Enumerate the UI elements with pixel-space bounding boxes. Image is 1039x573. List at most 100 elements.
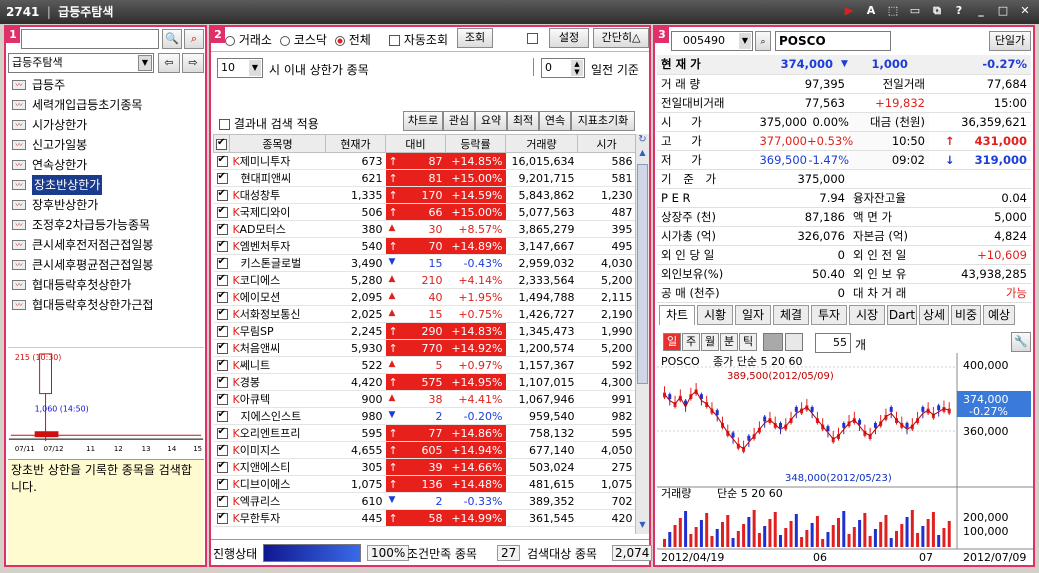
- action-button[interactable]: 관심: [443, 111, 475, 131]
- font-icon[interactable]: A: [863, 3, 879, 19]
- link-icon[interactable]: ⬚: [885, 3, 901, 19]
- row-checkbox[interactable]: [213, 203, 230, 221]
- table-row[interactable]: K쎄니트522▲5+0.97%1,157,367592: [213, 356, 635, 374]
- stock-name-cell[interactable]: K엑큐리스: [229, 492, 326, 510]
- flag-icon[interactable]: ▶: [841, 3, 857, 19]
- row-checkbox[interactable]: [213, 441, 230, 459]
- single-price-button[interactable]: 단일가: [989, 31, 1031, 51]
- tab-7[interactable]: 상세: [919, 305, 949, 325]
- column-header[interactable]: 시가: [577, 134, 635, 153]
- table-row[interactable]: K경봉4,420↑575+14.95%1,107,0154,300: [213, 373, 635, 391]
- days-stepper[interactable]: 0 ▲ ▼: [541, 58, 585, 78]
- query-button[interactable]: 조회: [457, 28, 493, 48]
- row-checkbox[interactable]: [213, 475, 230, 493]
- stock-name-cell[interactable]: K경봉: [229, 373, 326, 391]
- setting-checkbox[interactable]: [527, 31, 538, 44]
- condition-item[interactable]: 〰 신고가일봉: [8, 135, 204, 155]
- column-header[interactable]: 대비: [385, 134, 446, 153]
- row-checkbox[interactable]: [213, 152, 230, 170]
- row-checkbox[interactable]: [213, 271, 230, 289]
- column-header[interactable]: 현재가: [325, 134, 386, 153]
- window-icon[interactable]: ▭: [907, 3, 923, 19]
- search-button[interactable]: 🔍: [162, 29, 182, 49]
- stock-name-cell[interactable]: 현대피앤씨: [229, 169, 326, 187]
- within-result-toggle[interactable]: 결과내 검색 적용: [219, 115, 319, 132]
- row-checkbox[interactable]: [213, 390, 230, 408]
- table-row[interactable]: K코디에스5,280▲210+4.14%2,333,5645,200: [213, 271, 635, 289]
- scroll-up-icon[interactable]: ▲: [636, 148, 649, 162]
- row-checkbox[interactable]: [213, 169, 230, 187]
- table-row[interactable]: K국제디와이506↑66+15.00%5,077,563487: [213, 203, 635, 221]
- row-checkbox[interactable]: [213, 458, 230, 476]
- column-header[interactable]: 거래량: [505, 134, 578, 153]
- auto-query-checkbox[interactable]: [389, 35, 400, 46]
- search-input[interactable]: [21, 29, 159, 49]
- table-row[interactable]: K이미지스4,655↑605+14.94%677,1404,050: [213, 441, 635, 459]
- row-checkbox[interactable]: [213, 237, 230, 255]
- stock-name-cell[interactable]: 지에스인스트: [229, 407, 326, 425]
- category-select[interactable]: 급등주탐색 ▼: [8, 53, 154, 73]
- condition-item[interactable]: 〰 큰시세후전저점근접일봉: [8, 235, 204, 255]
- row-checkbox[interactable]: [213, 492, 230, 510]
- row-checkbox[interactable]: [213, 305, 230, 323]
- table-row[interactable]: K오리엔트프리595↑77+14.86%758,132595: [213, 424, 635, 442]
- refresh-icon[interactable]: ↻: [636, 134, 649, 148]
- tab-6[interactable]: Dart: [887, 305, 917, 325]
- stock-name-cell[interactable]: K제미니투자: [229, 152, 326, 170]
- row-checkbox[interactable]: [213, 424, 230, 442]
- condition-item[interactable]: 〰 큰시세후평균점근접일봉: [8, 255, 204, 275]
- row-checkbox[interactable]: [213, 373, 230, 391]
- setting-button[interactable]: 설정: [549, 28, 589, 48]
- period-button[interactable]: 일: [663, 333, 681, 351]
- period-count-input[interactable]: 55: [815, 333, 851, 353]
- stock-name-cell[interactable]: K대성창투: [229, 186, 326, 204]
- market-radio[interactable]: 코스닥: [279, 31, 327, 48]
- cascade-icon[interactable]: ⧉: [929, 3, 945, 19]
- stock-name-cell[interactable]: K이미지스: [229, 441, 326, 459]
- row-checkbox[interactable]: [213, 322, 230, 340]
- table-row[interactable]: K엑큐리스610▼2-0.33%389,352702: [213, 492, 635, 510]
- condition-item[interactable]: 〰 협대등락후첫상한가: [8, 275, 204, 295]
- tab-1[interactable]: 시황: [697, 305, 733, 325]
- tab-0[interactable]: 차트: [659, 305, 695, 325]
- stock-search-button[interactable]: ⌕: [755, 31, 771, 51]
- table-row[interactable]: K무림SP2,245↑290+14.83%1,345,4731,990: [213, 322, 635, 340]
- stock-name-cell[interactable]: K오리엔트프리: [229, 424, 326, 442]
- stock-name-cell[interactable]: 키스톤글로벌: [229, 254, 326, 272]
- period-arrow-right[interactable]: [785, 333, 803, 351]
- condition-item[interactable]: 〰 급등주: [8, 75, 204, 95]
- table-row[interactable]: 현대피앤씨 621↑ 81+15.00%9,201,715581: [213, 169, 635, 187]
- tab-2[interactable]: 일자: [735, 305, 771, 325]
- row-checkbox[interactable]: [213, 339, 230, 357]
- stock-name-cell[interactable]: K엠벤처투자: [229, 237, 326, 255]
- tab-5[interactable]: 시장: [849, 305, 885, 325]
- row-checkbox[interactable]: [213, 254, 230, 272]
- period-button[interactable]: 월: [701, 333, 719, 351]
- scroll-down-icon[interactable]: ▼: [636, 520, 649, 534]
- prev-button[interactable]: ⇦: [158, 53, 180, 73]
- stock-code-input[interactable]: 005490 ▼: [671, 31, 753, 51]
- stock-name-cell[interactable]: KAD모터스: [229, 220, 326, 238]
- period-button[interactable]: 주: [682, 333, 700, 351]
- maximize-icon[interactable]: □: [995, 3, 1011, 19]
- table-row[interactable]: K대성창투1,335↑170+14.59%5,843,8621,230: [213, 186, 635, 204]
- tab-8[interactable]: 비중: [951, 305, 981, 325]
- condition-item[interactable]: 〰 시가상한가: [8, 115, 204, 135]
- action-button[interactable]: 최적: [507, 111, 539, 131]
- vertical-scrollbar[interactable]: ↻ ▲ ▼: [635, 134, 649, 534]
- stock-name-cell[interactable]: K에이모션: [229, 288, 326, 306]
- minimize-icon[interactable]: _: [973, 3, 989, 19]
- table-row[interactable]: K지앤에스티305↑39+14.66%503,024275: [213, 458, 635, 476]
- table-row[interactable]: K서화정보통신2,025▲15+0.75%1,426,7272,190: [213, 305, 635, 323]
- column-header[interactable]: 등락률: [445, 134, 506, 153]
- row-checkbox[interactable]: [213, 407, 230, 425]
- stock-name-cell[interactable]: K국제디와이: [229, 203, 326, 221]
- period-button[interactable]: 분: [720, 333, 738, 351]
- chart-tool-button[interactable]: 🔧: [1011, 332, 1031, 352]
- table-row[interactable]: 지에스인스트980▼2-0.20%959,540982: [213, 407, 635, 425]
- column-header[interactable]: 종목명: [229, 134, 326, 153]
- close-icon[interactable]: ✕: [1017, 3, 1033, 19]
- table-row[interactable]: K에이모션2,095▲40+1.95%1,494,7882,115: [213, 288, 635, 306]
- header-checkbox[interactable]: [213, 134, 230, 153]
- market-radio[interactable]: 거래소: [225, 31, 272, 48]
